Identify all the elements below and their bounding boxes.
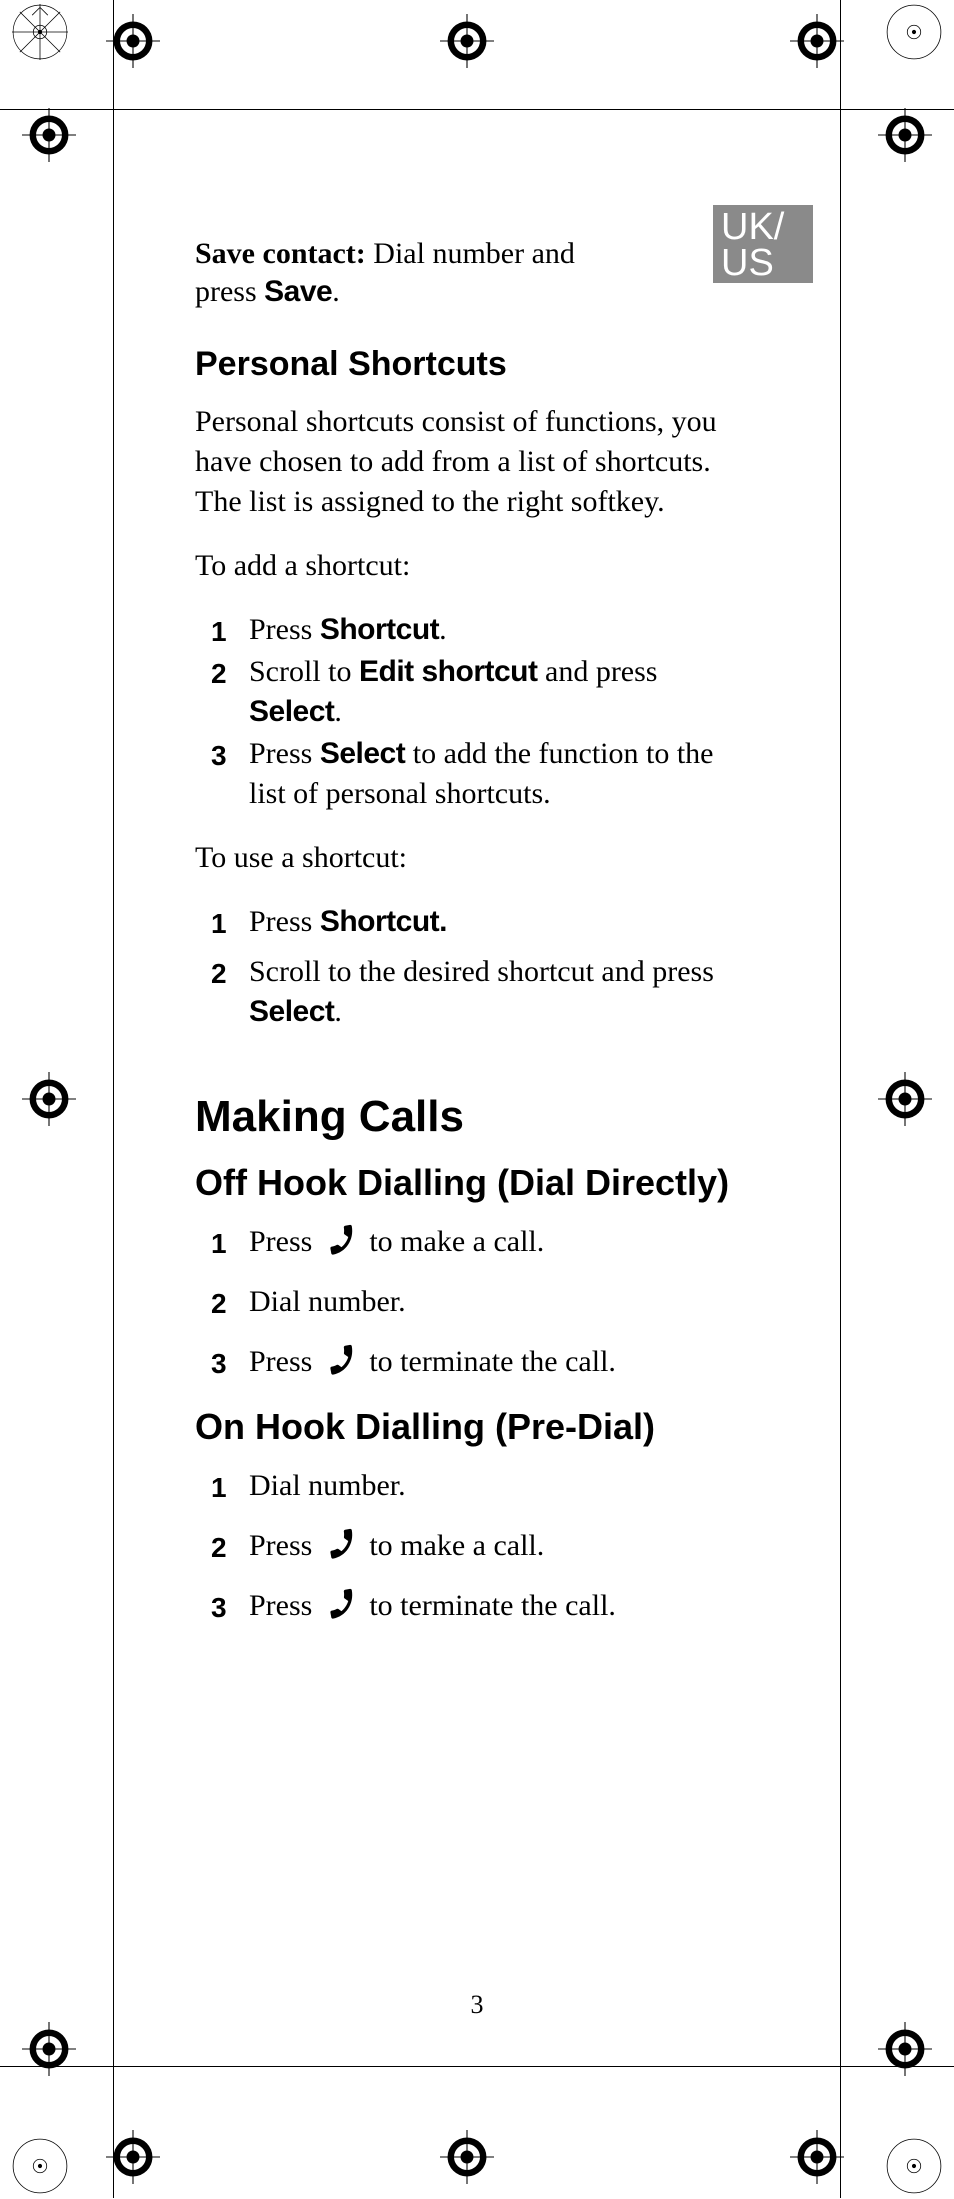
registration-mark-icon <box>440 2130 494 2184</box>
step-text: Dial number. <box>249 1469 406 1502</box>
heading-off-hook: Off Hook Dialling (Dial Directly) <box>195 1162 765 1204</box>
sunburst-icon <box>886 2138 942 2194</box>
step-text: to make a call. <box>362 1225 544 1258</box>
list-item: 1 Press Shortcut. <box>195 902 755 942</box>
list-item: 2 Scroll to Edit shortcut and press Sele… <box>195 652 755 732</box>
period: . <box>332 275 340 308</box>
step-text: and press <box>538 655 658 688</box>
registration-mark-icon <box>106 14 160 68</box>
step-text: . <box>334 695 342 728</box>
registration-mark-icon <box>22 108 76 162</box>
key-select: Select <box>249 995 334 1028</box>
step-number: 2 <box>211 1284 227 1324</box>
step-text: Press <box>249 1589 320 1622</box>
list-item: 1 Press to make a call. <box>195 1222 755 1262</box>
registration-mark-icon <box>22 1072 76 1126</box>
step-text: to terminate the call. <box>362 1589 616 1622</box>
step-text: Press <box>249 1225 320 1258</box>
off-hook-steps: 1 Press to make a call. 2 Dial number. 3… <box>195 1222 755 1382</box>
page-content: UK/ US Save contact: Dial number and pre… <box>195 205 765 1650</box>
step-text: Scroll to <box>249 655 359 688</box>
page-number: 3 <box>0 1990 954 2020</box>
add-shortcut-steps: 1 Press Shortcut. 2 Scroll to Edit short… <box>195 610 755 814</box>
crop-line-left <box>113 0 114 2198</box>
save-contact-label: Save contact: <box>195 237 366 270</box>
key-shortcut: Shortcut <box>320 613 439 646</box>
registration-mark-icon <box>106 2130 160 2184</box>
key-shortcut: Shortcut. <box>320 905 447 938</box>
step-text: Press <box>249 1345 320 1378</box>
phone-icon <box>324 1343 358 1377</box>
registration-mark-icon <box>790 2130 844 2184</box>
step-number: 3 <box>211 736 227 776</box>
list-item: 3 Press Select to add the function to th… <box>195 734 755 814</box>
key-select: Select <box>249 695 334 728</box>
language-tab: UK/ US <box>713 205 813 283</box>
step-text: Press <box>249 737 320 770</box>
personal-shortcuts-intro: Personal shortcuts consist of functions,… <box>195 402 755 522</box>
use-shortcut-steps: 1 Press Shortcut. 2 Scroll to the desire… <box>195 902 755 1032</box>
heading-on-hook: On Hook Dialling (Pre-Dial) <box>195 1406 765 1448</box>
step-text: . <box>334 995 342 1028</box>
crop-line-bottom <box>0 2066 954 2067</box>
step-text: to terminate the call. <box>362 1345 616 1378</box>
step-text: Press <box>249 905 320 938</box>
list-item: 2 Scroll to the desired shortcut and pre… <box>195 952 755 1032</box>
heading-making-calls: Making Calls <box>195 1092 765 1142</box>
crop-line-right <box>840 0 841 2198</box>
phone-icon <box>324 1223 358 1257</box>
step-text: Scroll to the desired shortcut and press <box>249 955 714 988</box>
step-text: . <box>439 613 447 646</box>
registration-mark-icon <box>878 1072 932 1126</box>
sunburst-icon <box>12 2138 68 2194</box>
registration-mark-icon <box>790 14 844 68</box>
registration-mark-icon <box>878 108 932 162</box>
list-item: 2 Dial number. <box>195 1282 755 1322</box>
registration-mark-icon <box>22 2022 76 2076</box>
registration-mark-icon <box>440 14 494 68</box>
step-number: 1 <box>211 1224 227 1264</box>
list-item: 3 Press to terminate the call. <box>195 1586 755 1626</box>
step-number: 3 <box>211 1588 227 1628</box>
step-number: 1 <box>211 1468 227 1508</box>
step-number: 2 <box>211 1528 227 1568</box>
list-item: 2 Press to make a call. <box>195 1526 755 1566</box>
on-hook-steps: 1 Dial number. 2 Press to make a call. 3… <box>195 1466 755 1626</box>
sunburst-icon <box>886 4 942 60</box>
registration-mark-icon <box>878 2022 932 2076</box>
heading-personal-shortcuts: Personal Shortcuts <box>195 345 765 384</box>
key-edit-shortcut: Edit shortcut <box>359 655 538 688</box>
lang-line2: US <box>721 245 813 281</box>
list-item: 1 Dial number. <box>195 1466 755 1506</box>
key-save: Save <box>264 275 332 308</box>
step-text: to make a call. <box>362 1529 544 1562</box>
step-number: 2 <box>211 954 227 994</box>
step-number: 1 <box>211 904 227 944</box>
step-number: 1 <box>211 612 227 652</box>
step-text: Press <box>249 613 320 646</box>
step-text: Dial number. <box>249 1285 406 1318</box>
step-number: 2 <box>211 654 227 694</box>
list-item: 3 Press to terminate the call. <box>195 1342 755 1382</box>
phone-icon <box>324 1587 358 1621</box>
key-select: Select <box>320 737 405 770</box>
crop-line-top <box>0 109 954 110</box>
lang-line1: UK/ <box>721 209 813 245</box>
to-use-label: To use a shortcut: <box>195 838 755 878</box>
phone-icon <box>324 1527 358 1561</box>
sunburst-icon <box>12 4 68 60</box>
save-contact-para: Save contact: Dial number and press Save… <box>195 235 625 311</box>
step-text: Press <box>249 1529 320 1562</box>
list-item: 1 Press Shortcut. <box>195 610 755 650</box>
step-number: 3 <box>211 1344 227 1384</box>
to-add-label: To add a shortcut: <box>195 546 755 586</box>
